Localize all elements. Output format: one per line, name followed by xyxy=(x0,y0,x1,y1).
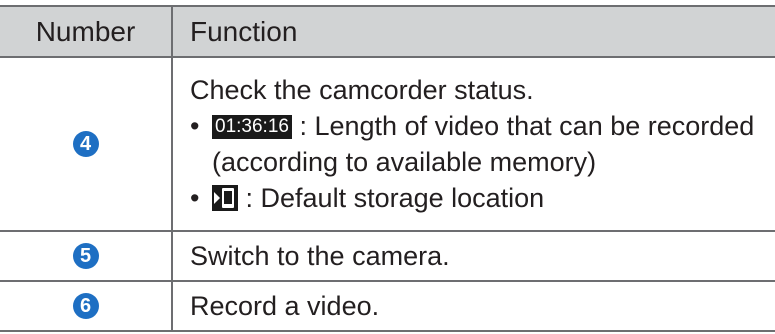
recording-time-indicator: 01:36:16 xyxy=(212,115,292,139)
list-item: • 01:36:16 : Length of video that can be… xyxy=(190,108,775,180)
function-cell: Record a video. xyxy=(172,281,775,332)
number-cell: 6 xyxy=(0,281,173,332)
number-badge: 5 xyxy=(72,243,99,269)
bullet-text: : Length of video that can be recorded (… xyxy=(212,111,755,177)
bullet-marker: • xyxy=(190,183,200,213)
function-cell: Switch to the camera. xyxy=(172,231,775,282)
bullet-list: • 01:36:16 : Length of video that can be… xyxy=(190,108,775,216)
number-cell: 4 xyxy=(0,57,173,232)
storage-location-icon xyxy=(212,185,238,211)
number-cell: 5 xyxy=(0,231,173,282)
function-cell: Check the camcorder status. • 01:36:16 :… xyxy=(172,57,775,232)
number-badge: 6 xyxy=(72,293,99,319)
function-intro: Check the camcorder status. xyxy=(190,75,534,105)
table-row: 4 Check the camcorder status. • 01:36:16… xyxy=(0,57,775,232)
list-item: • : Default storage location xyxy=(190,180,775,216)
number-badge: 4 xyxy=(72,131,99,157)
header-function: Function xyxy=(172,5,775,58)
bullet-text: : Default storage location xyxy=(245,183,545,213)
header-number: Number xyxy=(0,5,173,58)
table-header-row: Number Function xyxy=(0,5,775,58)
table-row: 6 Record a video. xyxy=(0,281,775,332)
table-row: 5 Switch to the camera. xyxy=(0,231,775,282)
function-table: Number Function 4 Check the camcorder st… xyxy=(0,5,775,332)
bullet-marker: • xyxy=(190,111,200,141)
